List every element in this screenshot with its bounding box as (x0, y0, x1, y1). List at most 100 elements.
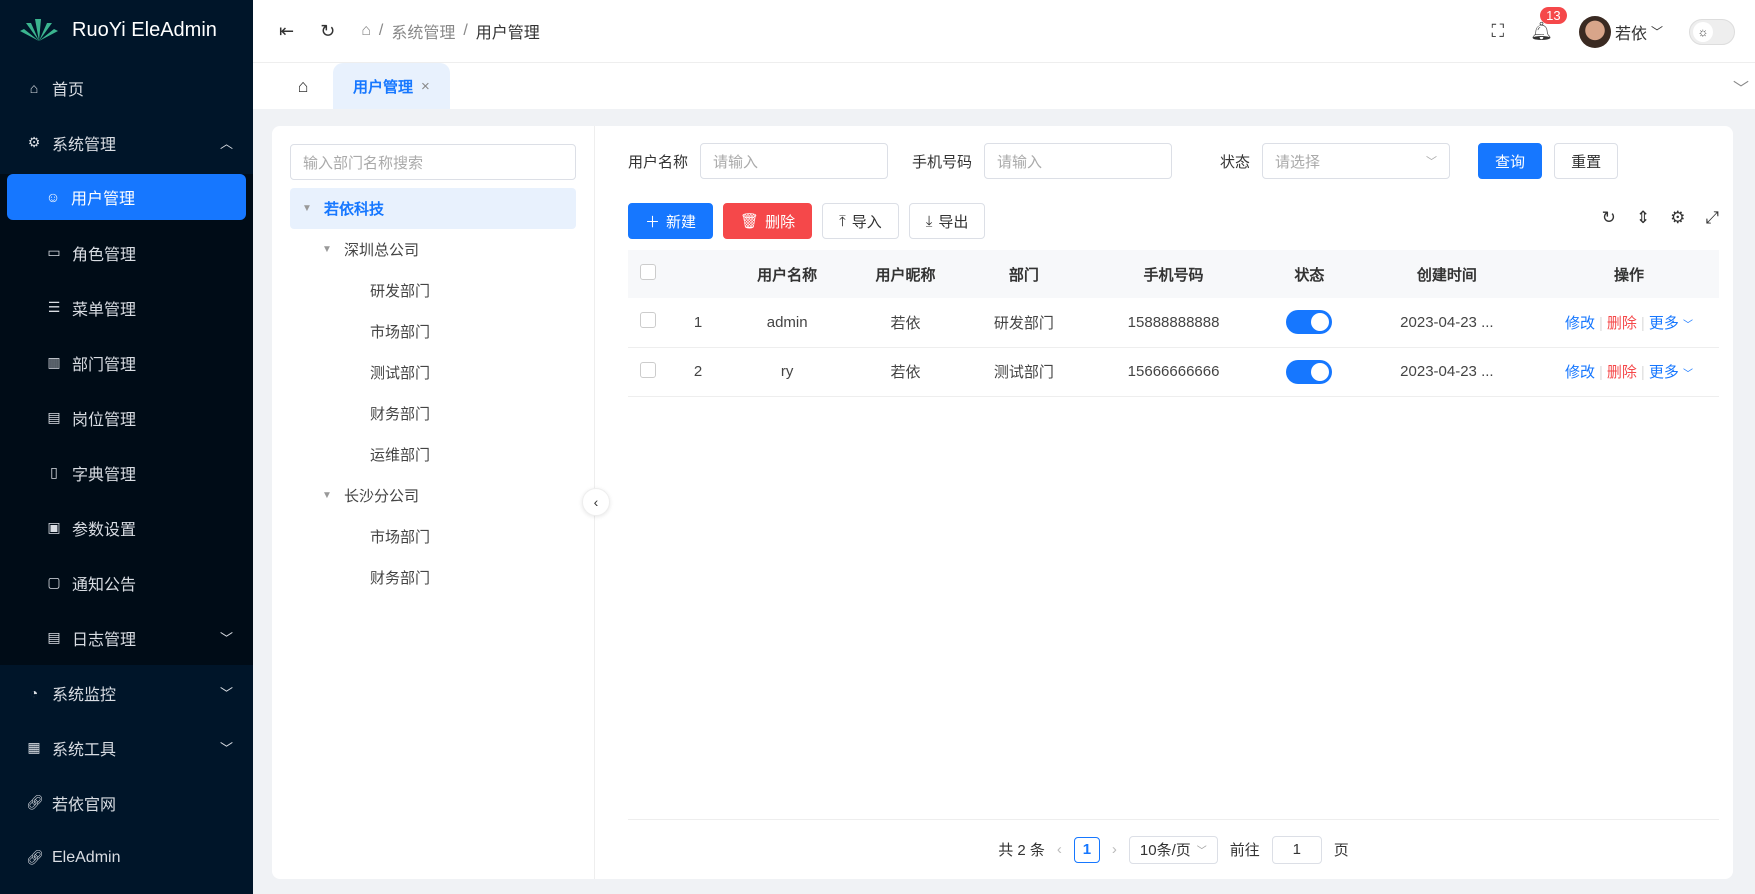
goto-input[interactable]: 1 (1271, 835, 1322, 864)
breadcrumb-item[interactable]: 系统管理 (391, 19, 455, 43)
fullscreen-icon[interactable]: ⤢ (1705, 208, 1719, 228)
caret-down-icon[interactable]: ▼ (316, 490, 338, 501)
tree-node[interactable]: 财务部门 (290, 393, 576, 434)
more-dropdown[interactable]: 更多 ﹀ (1649, 364, 1693, 381)
next-page-icon[interactable]: › (1112, 841, 1117, 858)
download-icon: ⤓ (925, 212, 933, 230)
tree-node[interactable]: 测试部门 (290, 352, 576, 393)
sidebar-item-eleadmin[interactable]: 🔗︎ EleAdmin (0, 830, 253, 885)
chevron-down-icon[interactable]: ﹀ (1733, 75, 1749, 99)
row-checkbox[interactable] (640, 361, 656, 378)
delete-button[interactable]: 🗑︎ 删除 (723, 203, 813, 239)
tree-node[interactable]: ▼ 若依科技 (290, 188, 576, 229)
notification-button[interactable]: 🔔︎ 13 (1530, 7, 1567, 42)
caret-down-icon[interactable]: ▼ (296, 203, 318, 214)
username-label: 用户名称 (628, 153, 689, 171)
tree-node-label: 运维部门 (370, 447, 431, 464)
column-header: 用户名称 (728, 250, 847, 298)
chevron-down-icon: ﹀ (1650, 25, 1663, 39)
phone-input[interactable]: 请输入 (984, 143, 1173, 179)
table-row[interactable]: 1 admin 若依 研发部门 15888888888 2023-04-23 .… (628, 298, 1719, 348)
home-icon[interactable]: ⌂ (361, 22, 371, 40)
link-icon: 🔗︎ (26, 849, 44, 865)
column-header: 手机号码 (1083, 250, 1265, 298)
tree-node[interactable]: 市场部门 (290, 516, 576, 557)
tab-user-management[interactable]: 用户管理 × (333, 63, 450, 109)
theme-toggle[interactable]: ☼ (1689, 18, 1735, 45)
row-height-icon[interactable]: ⇕ (1636, 208, 1650, 228)
tree-node[interactable]: ▼ 深圳总公司 (290, 229, 576, 270)
sidebar-item-home[interactable]: ⌂ 首页 (0, 60, 253, 115)
collapse-tree-button[interactable]: ‹ (582, 488, 610, 516)
sliders-icon: ☰ (47, 299, 61, 315)
label: 导入 (851, 213, 882, 231)
page-size-select[interactable]: 10条/页 ﹀ (1128, 835, 1218, 864)
sidebar-item-config[interactable]: ▣ 参数设置 (0, 500, 253, 555)
chevron-down-icon: ﹀ (219, 686, 233, 701)
logo-icon (20, 19, 58, 41)
export-button[interactable]: ⤓ 导出 (908, 203, 986, 239)
sidebar-item-posts[interactable]: ▤ 岗位管理 (0, 390, 253, 445)
sidebar-item-dict[interactable]: ▯ 字典管理 (0, 445, 253, 500)
page-number[interactable]: 1 (1073, 836, 1100, 863)
tab-label: 用户管理 (353, 78, 414, 96)
plus-icon: ＋ (645, 213, 661, 231)
log-icon: ▤ (47, 629, 61, 645)
delete-link[interactable]: 删除 (1607, 364, 1637, 381)
tree-node[interactable]: 运维部门 (290, 434, 576, 475)
more-label: 更多 (1648, 314, 1679, 332)
edit-link[interactable]: 修改 (1565, 315, 1595, 332)
logo[interactable]: RuoYi EleAdmin (0, 0, 253, 60)
refresh-icon[interactable]: ↻ (1602, 208, 1616, 228)
close-icon[interactable]: × (421, 78, 430, 95)
row-index: 1 (668, 298, 728, 348)
settings-card-icon: ▣ (47, 519, 61, 535)
sidebar-item-tools[interactable]: ▦ 系统工具 ﹀ (0, 720, 253, 775)
select-all-checkbox[interactable] (640, 264, 656, 280)
tree-node[interactable]: 市场部门 (290, 311, 576, 352)
label: 首页 (52, 81, 85, 99)
page-size: 10条/页 (1139, 842, 1191, 859)
chevron-up-icon: ︿ (219, 136, 233, 151)
sidebar-item-roles[interactable]: ▭ 角色管理 (0, 225, 253, 280)
chevron-down-icon: ﹀ (219, 741, 233, 756)
sidebar-item-logs[interactable]: ▤ 日志管理 ﹀ (0, 610, 253, 665)
more-dropdown[interactable]: 更多 ﹀ (1649, 315, 1693, 332)
user-menu[interactable]: 若依 ﹀ (1578, 15, 1663, 48)
sidebar-item-system[interactable]: ⚙ 系统管理 ︿ (0, 115, 253, 170)
table-row[interactable]: 2 ry 若依 测试部门 15666666666 2023-04-23 ... … (628, 347, 1719, 397)
cell-username: admin (728, 298, 847, 348)
chevron-left-icon: ‹ (593, 494, 599, 510)
gear-icon[interactable]: ⚙ (1670, 208, 1685, 228)
tree-node[interactable]: 财务部门 (290, 557, 576, 598)
prev-page-icon[interactable]: ‹ (1057, 841, 1062, 858)
sidebar-item-ruoyi-site[interactable]: 🔗︎ 若依官网 (0, 775, 253, 830)
status-select[interactable]: 请选择 ﹀ (1262, 143, 1451, 179)
sidebar-item-depts[interactable]: ▥ 部门管理 (0, 335, 253, 390)
username-input[interactable]: 请输入 (700, 143, 889, 179)
tab-home[interactable]: ⌂ (273, 63, 333, 109)
sidebar-item-notice[interactable]: ▢ 通知公告 (0, 555, 253, 610)
add-button[interactable]: ＋ 新建 (628, 203, 714, 239)
query-button[interactable]: 查询 (1478, 143, 1543, 179)
chevron-down-icon: ﹀ (1683, 319, 1694, 331)
caret-down-icon[interactable]: ▼ (316, 244, 338, 255)
sidebar-item-users[interactable]: ☺ 用户管理 (7, 174, 246, 220)
tree-node[interactable]: 研发部门 (290, 270, 576, 311)
edit-link[interactable]: 修改 (1565, 364, 1595, 381)
fullscreen-icon[interactable]: ⛶ (1492, 21, 1505, 42)
status-toggle[interactable] (1286, 310, 1333, 335)
tree-node[interactable]: ▼ 长沙分公司 (290, 475, 576, 516)
label: 若依官网 (52, 796, 117, 814)
row-checkbox[interactable] (640, 312, 656, 329)
delete-link[interactable]: 删除 (1607, 315, 1637, 332)
reset-button[interactable]: 重置 (1554, 143, 1619, 179)
refresh-icon[interactable]: ↻ (320, 21, 335, 42)
avatar (1578, 15, 1611, 48)
dept-search-input[interactable]: 输入部门名称搜索 (290, 144, 576, 180)
sidebar-item-monitor[interactable]: ◔ 系统监控 ﹀ (0, 665, 253, 720)
status-toggle[interactable] (1286, 359, 1333, 384)
menu-fold-icon[interactable]: ⇤ (279, 21, 294, 42)
import-button[interactable]: ⤒ 导入 (822, 203, 899, 239)
sidebar-item-menus[interactable]: ☰ 菜单管理 (0, 280, 253, 335)
